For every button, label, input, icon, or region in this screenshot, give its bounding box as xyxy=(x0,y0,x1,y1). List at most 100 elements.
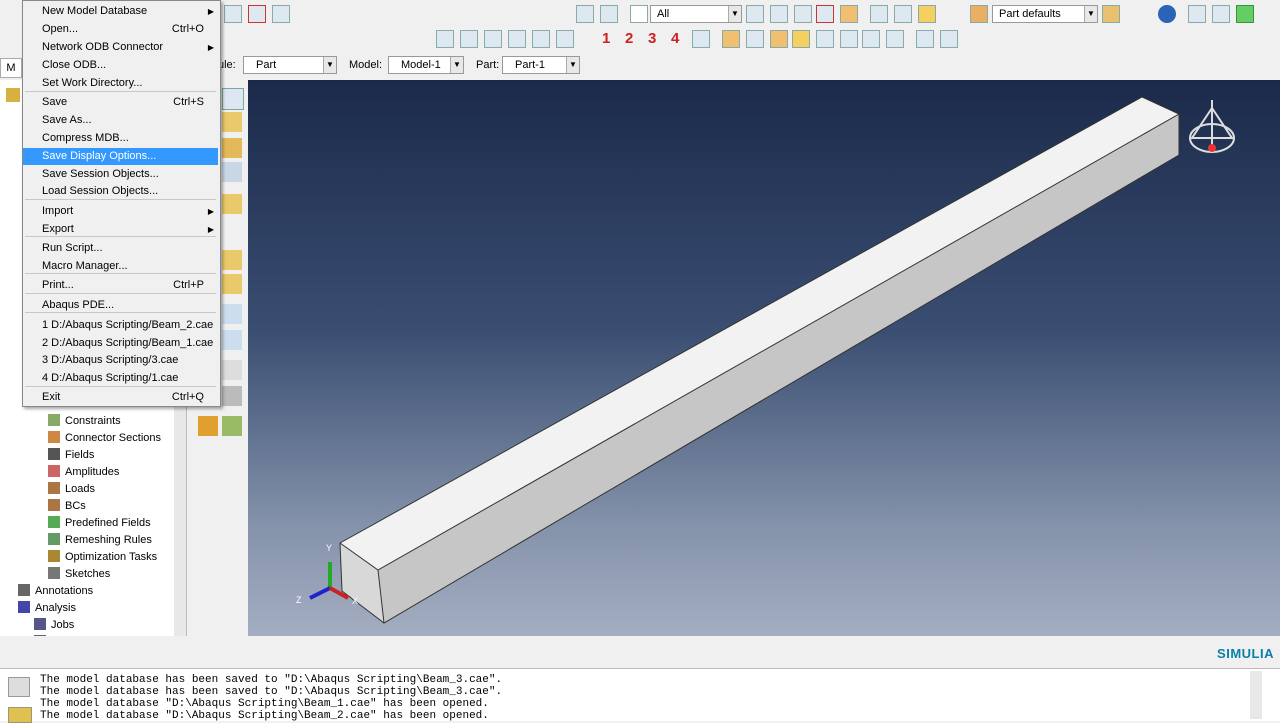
display-group-icon[interactable] xyxy=(722,30,740,48)
tree-item[interactable]: BCs xyxy=(48,499,86,512)
graphics-viewport[interactable]: Y Z X xyxy=(248,80,1280,636)
color-mapping-icon[interactable] xyxy=(1102,5,1120,23)
file-menu-item[interactable]: Exit Ctrl+Q xyxy=(23,389,218,406)
file-menu-item[interactable]: Import ▶ xyxy=(23,203,218,220)
partition-2-icon[interactable] xyxy=(222,274,242,294)
tree-item[interactable]: Constraints xyxy=(48,414,121,427)
view-zx-icon[interactable] xyxy=(508,30,526,48)
view-3-button[interactable]: 3 xyxy=(648,30,656,47)
datum-point-icon[interactable] xyxy=(222,304,242,324)
cut-icon[interactable] xyxy=(222,162,242,182)
query-icon[interactable] xyxy=(576,5,594,23)
shaded-render-icon[interactable] xyxy=(840,5,858,23)
view-yz-icon[interactable] xyxy=(532,30,550,48)
tree-item[interactable]: Sketches xyxy=(48,567,110,580)
table-icon[interactable] xyxy=(886,30,904,48)
render-style-combo[interactable]: Part defaults ▼ xyxy=(992,5,1098,23)
select-red-icon[interactable] xyxy=(816,5,834,23)
undo-icon[interactable] xyxy=(816,30,834,48)
view-2-button[interactable]: 2 xyxy=(625,30,633,47)
file-menu-item[interactable]: 3 D:/Abaqus Scripting/3.cae xyxy=(23,352,218,369)
selection-filter-combo[interactable]: All ▼ xyxy=(650,5,742,23)
zoom-box-icon[interactable] xyxy=(224,5,242,23)
file-menu-item[interactable]: 4 D:/Abaqus Scripting/1.cae xyxy=(23,370,218,387)
view-compass-icon[interactable] xyxy=(1189,100,1235,153)
file-menu-item[interactable]: Save As... xyxy=(23,112,218,129)
display-group-3-icon[interactable] xyxy=(770,30,788,48)
view-yx-icon[interactable] xyxy=(460,30,478,48)
module-combo[interactable]: Part ▼ xyxy=(243,56,337,74)
mesh-display-icon[interactable] xyxy=(1188,5,1206,23)
auto-fit-icon[interactable] xyxy=(248,5,266,23)
part-manager-icon[interactable] xyxy=(222,88,244,110)
display-group-2-icon[interactable] xyxy=(746,30,764,48)
tree-item[interactable]: Predefined Fields xyxy=(48,516,151,529)
redo-icon[interactable] xyxy=(840,30,858,48)
solid-icon[interactable] xyxy=(222,138,242,158)
green-view-icon[interactable] xyxy=(1236,5,1254,23)
info-icon[interactable] xyxy=(1158,5,1176,23)
color-code-icon[interactable] xyxy=(970,5,988,23)
file-menu-item-label: Compress MDB... xyxy=(42,132,129,144)
file-menu-item[interactable]: Network ODB Connector ▶ xyxy=(23,39,218,56)
tree-item[interactable]: Fields xyxy=(48,448,94,461)
measure-icon[interactable] xyxy=(600,5,618,23)
view-xz-icon[interactable] xyxy=(484,30,502,48)
extrude-icon[interactable] xyxy=(222,112,242,132)
section-manager-icon[interactable] xyxy=(222,416,242,436)
model-combo[interactable]: Model-1 ▼ xyxy=(388,56,464,74)
tree-item[interactable]: Jobs xyxy=(34,618,74,631)
file-menu-item[interactable]: Load Session Objects... xyxy=(23,183,218,200)
python-shell-icon[interactable] xyxy=(8,707,32,723)
view-1-button[interactable]: 1 xyxy=(602,30,610,47)
partition-icon[interactable] xyxy=(222,250,242,270)
tree-item[interactable]: Connector Sections xyxy=(48,431,161,444)
shaded-icon[interactable] xyxy=(918,5,936,23)
view-zy-icon[interactable] xyxy=(556,30,574,48)
wireframe-icon[interactable] xyxy=(870,5,888,23)
table-2-icon[interactable] xyxy=(940,30,958,48)
tree-item[interactable]: Annotations xyxy=(18,584,93,597)
file-menu-item[interactable]: Save Display Options... xyxy=(23,148,218,165)
iso-view-icon[interactable] xyxy=(692,30,710,48)
message-scrollbar[interactable] xyxy=(1250,671,1262,719)
file-menu-item[interactable]: Set Work Directory... xyxy=(23,75,218,92)
file-menu-item[interactable]: Print... Ctrl+P xyxy=(23,277,218,294)
hidden-line-icon[interactable] xyxy=(894,5,912,23)
file-menu-item[interactable]: 1 D:/Abaqus Scripting/Beam_2.cae xyxy=(23,317,218,334)
tree-item[interactable]: Amplitudes xyxy=(48,465,119,478)
csys-icon[interactable] xyxy=(916,30,934,48)
select-polygon-icon[interactable] xyxy=(794,5,812,23)
select-arrow-icon[interactable] xyxy=(630,5,648,23)
view-4-button[interactable]: 4 xyxy=(671,30,679,47)
part-combo[interactable]: Part-1 ▼ xyxy=(502,56,580,74)
view-xy-icon[interactable] xyxy=(436,30,454,48)
file-menu-item[interactable]: Save Ctrl+S xyxy=(23,94,218,111)
file-menu-item[interactable]: Compress MDB... xyxy=(23,130,218,147)
model-tab[interactable]: M xyxy=(0,58,22,78)
message-area-icon[interactable] xyxy=(8,677,30,697)
file-menu-item[interactable]: Close ODB... xyxy=(23,57,218,74)
tree-item[interactable]: Remeshing Rules xyxy=(48,533,152,546)
assign-section-icon[interactable] xyxy=(198,416,218,436)
datum-icon[interactable] xyxy=(862,30,880,48)
file-menu-item[interactable]: 2 D:/Abaqus Scripting/Beam_1.cae xyxy=(23,335,218,352)
datum-axis-icon[interactable] xyxy=(222,330,242,350)
tree-item[interactable]: Optimization Tasks xyxy=(48,550,157,563)
tree-item[interactable]: Analysis xyxy=(18,601,76,614)
file-menu-item[interactable]: Save Session Objects... xyxy=(23,166,218,183)
tree-item[interactable]: Loads xyxy=(48,482,95,495)
file-menu-item[interactable]: Open... Ctrl+O xyxy=(23,21,218,38)
mesh-display-2-icon[interactable] xyxy=(1212,5,1230,23)
select-circle-icon[interactable] xyxy=(770,5,788,23)
tools-icon[interactable] xyxy=(222,386,242,406)
query-icon[interactable] xyxy=(222,360,242,380)
file-menu-item[interactable]: Run Script... xyxy=(23,240,218,257)
chevron-down-icon: ▼ xyxy=(323,57,336,73)
file-menu-item[interactable]: New Model Database ▶ xyxy=(23,3,218,20)
file-menu-item-label: 2 D:/Abaqus Scripting/Beam_1.cae xyxy=(42,337,214,349)
select-box-icon[interactable] xyxy=(746,5,764,23)
round-icon[interactable] xyxy=(222,194,242,214)
active-tool-icon[interactable] xyxy=(792,30,810,48)
cycle-views-icon[interactable] xyxy=(272,5,290,23)
